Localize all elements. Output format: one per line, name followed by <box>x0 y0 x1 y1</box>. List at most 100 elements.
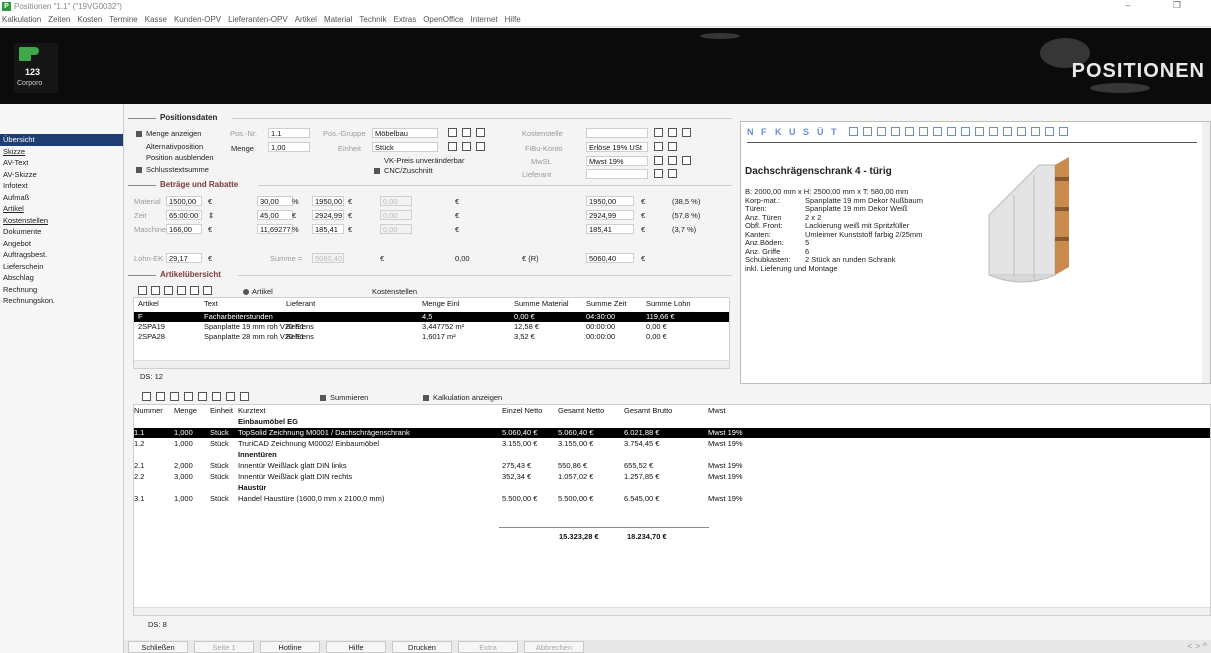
delete-icon[interactable] <box>198 392 207 401</box>
nav-item[interactable]: Rechnung <box>0 284 123 296</box>
posnr-field[interactable]: 1.1 <box>268 128 310 138</box>
kalkulation-checkbox[interactable] <box>423 395 429 401</box>
group-row[interactable]: Haustür <box>134 483 1210 493</box>
menu-item[interactable]: Lieferanten-OPV <box>228 15 288 24</box>
new-icon[interactable] <box>138 286 147 295</box>
copy-icon[interactable] <box>476 128 485 137</box>
column-header[interactable]: Einheit <box>210 406 233 416</box>
menge-anzeigen-checkbox[interactable] <box>136 131 142 137</box>
copy-icon[interactable] <box>682 156 691 165</box>
menu-item[interactable]: Kasse <box>145 15 167 24</box>
list-icon[interactable] <box>203 286 212 295</box>
edit-icon[interactable] <box>462 142 471 151</box>
format-button[interactable]: N <box>747 127 754 137</box>
copy-icon[interactable] <box>164 286 173 295</box>
toolbar-icon[interactable] <box>891 127 900 136</box>
format-button[interactable]: T <box>831 127 837 137</box>
group-row[interactable]: Einbaumöbel EG <box>134 417 1210 427</box>
list-icon[interactable] <box>212 392 221 401</box>
edit-icon[interactable] <box>668 156 677 165</box>
menu-item[interactable]: Kunden-OPV <box>174 15 221 24</box>
list-icon[interactable] <box>654 142 663 151</box>
toolbar-icon[interactable] <box>863 127 872 136</box>
lieferant-field[interactable] <box>586 169 648 179</box>
nav-item[interactable]: Lieferschein <box>0 261 123 273</box>
copy-icon[interactable] <box>476 142 485 151</box>
delete-icon[interactable] <box>190 286 199 295</box>
down-arrow-icon[interactable] <box>240 392 249 401</box>
betraege-v5-field[interactable]: 185,41 <box>586 224 634 234</box>
column-header[interactable]: Kurztext <box>238 406 266 416</box>
column-header[interactable]: Nummer <box>134 406 163 416</box>
button-hotline[interactable]: Hotline <box>260 641 320 653</box>
list-icon[interactable] <box>448 142 457 151</box>
toolbar-icon[interactable] <box>1031 127 1040 136</box>
horizontal-scrollbar[interactable] <box>134 360 729 368</box>
artikel-radio[interactable] <box>243 289 249 295</box>
betraege-v2-field[interactable]: 11,692771 <box>257 224 293 234</box>
nav-item[interactable]: Aufmaß <box>0 192 123 204</box>
toolbar-icon[interactable] <box>849 127 858 136</box>
menu-item[interactable]: Zeiten <box>48 15 70 24</box>
total-field[interactable]: 5060,40 <box>586 253 634 263</box>
list-icon[interactable] <box>654 156 663 165</box>
column-header[interactable]: Mwst <box>708 406 726 416</box>
column-header[interactable]: Menge Einl <box>422 299 460 309</box>
list-icon[interactable] <box>654 128 663 137</box>
edit-icon[interactable] <box>668 128 677 137</box>
betraege-v1-field[interactable]: 65:00:00 <box>166 210 202 220</box>
nav-item[interactable]: Infotext <box>0 180 123 192</box>
move-icon[interactable] <box>151 286 160 295</box>
column-header[interactable]: Artikel <box>138 299 159 309</box>
kostenstelle-field[interactable] <box>586 128 648 138</box>
nav-item[interactable]: Abschlag <box>0 272 123 284</box>
table-row[interactable]: 2.2 3,000 Stück Innentür Weißlack glatt DIN… <box>134 472 1210 482</box>
toolbar-icon[interactable] <box>989 127 998 136</box>
menu-item[interactable]: Kalkulation <box>2 15 41 24</box>
table-row[interactable]: F Facharbeiterstunden 4,5 0,00 € 04:30:00 119… <box>134 312 729 322</box>
menu-item[interactable]: Internet <box>471 15 498 24</box>
betraege-v3-field[interactable]: 185,41 <box>312 224 344 234</box>
up-arrow-icon[interactable] <box>226 392 235 401</box>
preview-scrollbar[interactable] <box>1202 122 1210 383</box>
column-header[interactable]: Menge <box>174 406 197 416</box>
toolbar-icon[interactable] <box>961 127 970 136</box>
window-controls[interactable]: – ❐ <box>1125 0 1201 11</box>
toolbar-icon[interactable] <box>905 127 914 136</box>
toolbar-icon[interactable] <box>1059 127 1068 136</box>
betraege-v5-field[interactable]: 2924,99 <box>586 210 634 220</box>
betraege-v3-field[interactable]: 1950,00 <box>312 196 344 206</box>
betraege-v1-field[interactable]: 1500,00 <box>166 196 202 206</box>
artikel-table[interactable]: Artikel Text Lieferant Menge Einl Summe Mate… <box>133 297 730 369</box>
format-button[interactable]: U <box>789 127 796 137</box>
format-button[interactable]: K <box>775 127 782 137</box>
nav-item[interactable]: Kostenstellen <box>0 215 123 227</box>
table-row[interactable]: 2SPA19 Spanplatte 19 mm roh V20 E1 Behrens… <box>134 322 729 332</box>
nav-item[interactable]: Dokumente <box>0 226 123 238</box>
copy-icon[interactable] <box>170 392 179 401</box>
toolbar-icon[interactable] <box>919 127 928 136</box>
edit-icon[interactable] <box>462 128 471 137</box>
copy-icon[interactable] <box>682 128 691 137</box>
summieren-checkbox[interactable] <box>320 395 326 401</box>
menu-item[interactable]: Artikel <box>295 15 317 24</box>
toolbar-icon[interactable] <box>975 127 984 136</box>
horizontal-scrollbar[interactable] <box>134 607 1210 615</box>
column-header[interactable]: Gesamt Netto <box>558 406 604 416</box>
table-row[interactable]: 2.1 2,000 Stück Innentür Weißlack glatt DIN… <box>134 461 1210 471</box>
button-hilfe[interactable]: Hilfe <box>326 641 386 653</box>
column-header[interactable]: Text <box>204 299 218 309</box>
list-icon[interactable] <box>654 169 663 178</box>
format-button[interactable]: F <box>761 127 767 137</box>
menu-item[interactable]: OpenOffice <box>423 15 463 24</box>
table-row[interactable]: 2SPA28 Spanplatte 28 mm roh V20 E1 Behrens… <box>134 332 729 342</box>
nav-item[interactable]: Artikel <box>0 203 123 215</box>
edit-icon[interactable] <box>668 142 677 151</box>
nav-item[interactable]: Skizze <box>0 146 123 158</box>
nav-item[interactable]: Übersicht <box>0 134 123 146</box>
table-row[interactable]: 1.2 1,000 Stück TruriCAD Zeichnung M0002/ E… <box>134 439 1210 449</box>
column-header[interactable]: Einzel Netto <box>502 406 542 416</box>
button-schließen[interactable]: Schließen <box>128 641 188 653</box>
toolbar-icon[interactable] <box>1017 127 1026 136</box>
betraege-v2-field[interactable]: 45,00 <box>257 210 293 220</box>
